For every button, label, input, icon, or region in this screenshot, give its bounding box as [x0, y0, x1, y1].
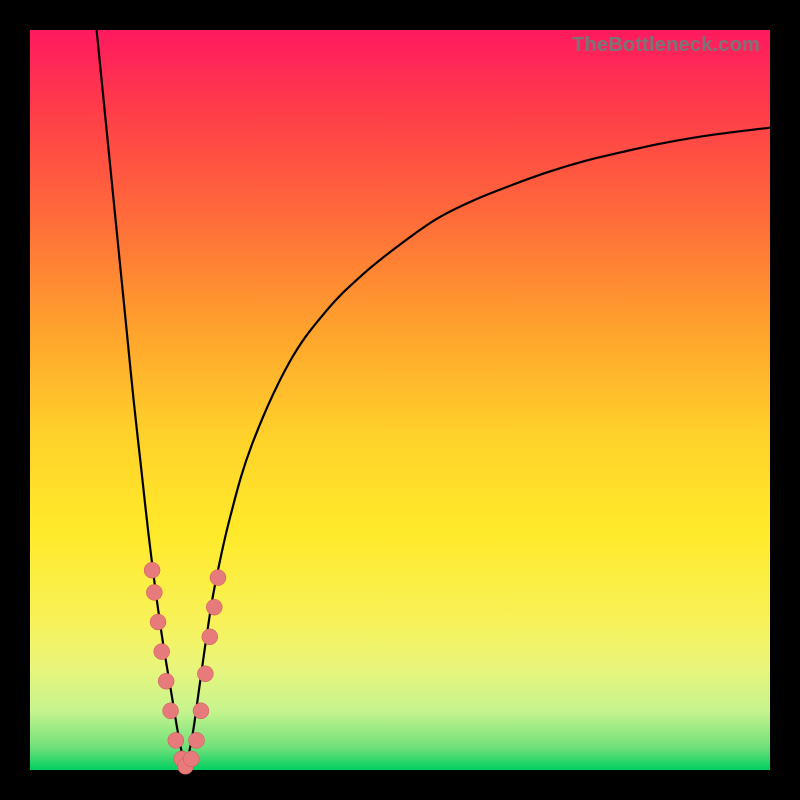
curve-left-branch — [97, 30, 186, 770]
marker-point — [206, 599, 222, 615]
marker-point — [146, 584, 162, 600]
marker-point — [163, 703, 179, 719]
marker-point — [150, 614, 166, 630]
marker-point — [210, 570, 226, 586]
plot-area: TheBottleneck.com — [30, 30, 770, 770]
chart-frame: TheBottleneck.com — [0, 0, 800, 800]
marker-point — [193, 703, 209, 719]
marker-point — [183, 751, 199, 767]
marker-point — [189, 732, 205, 748]
marker-point — [154, 644, 170, 660]
marker-point — [197, 666, 213, 682]
marker-point — [144, 562, 160, 578]
chart-svg — [30, 30, 770, 770]
marker-point — [202, 629, 218, 645]
marker-point — [168, 732, 184, 748]
curve-right-branch — [185, 128, 770, 770]
marker-point — [158, 673, 174, 689]
